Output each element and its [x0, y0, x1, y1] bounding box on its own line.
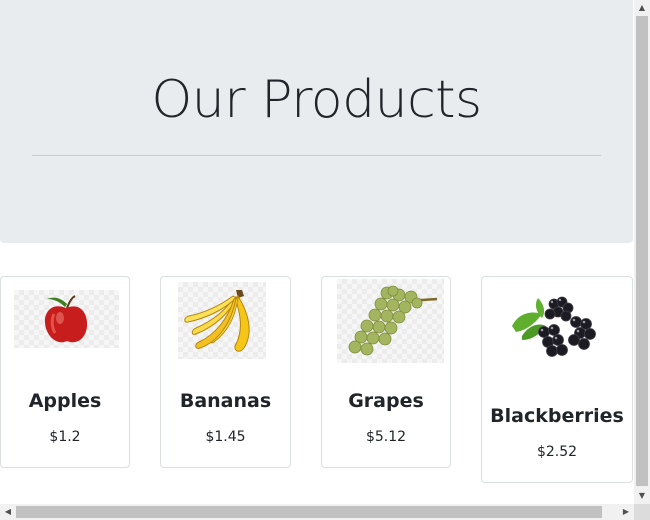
grapes-image [337, 279, 444, 363]
product-price: $1.2 [49, 429, 81, 445]
horizontal-scroll-thumb[interactable] [16, 506, 602, 518]
scroll-down-arrow-icon[interactable]: ▼ [634, 488, 650, 504]
product-name: Apples [28, 390, 102, 412]
page-viewport: Our Products Apples $1.2 Bananas $1.45 G… [0, 0, 634, 504]
bananas-image [178, 282, 266, 359]
product-name: Bananas [179, 390, 272, 412]
hero-banner: Our Products [0, 0, 633, 243]
page-title: Our Products [151, 70, 482, 130]
product-card-apples[interactable]: Apples $1.2 [0, 276, 130, 468]
hero-divider [32, 155, 601, 156]
product-price: $2.52 [536, 444, 578, 460]
product-name: Grapes [348, 390, 424, 412]
product-price: $1.45 [205, 429, 246, 445]
horizontal-scrollbar[interactable]: ◀ ▶ [0, 504, 634, 520]
vertical-scrollbar[interactable]: ▲ ▼ [634, 0, 650, 504]
product-card-blackberries[interactable]: Blackberries $2.52 [481, 276, 633, 483]
blackberries-image [508, 288, 606, 370]
product-name: Blackberries [490, 405, 624, 427]
scroll-left-arrow-icon[interactable]: ◀ [0, 504, 16, 520]
product-price: $5.12 [365, 429, 407, 445]
scroll-right-arrow-icon[interactable]: ▶ [618, 504, 634, 520]
product-card-grapes[interactable]: Grapes $5.12 [321, 276, 451, 468]
vertical-scroll-thumb[interactable] [636, 16, 648, 486]
apple-image [14, 290, 119, 348]
scroll-up-arrow-icon[interactable]: ▲ [634, 0, 650, 16]
scrollbar-corner [634, 504, 650, 520]
product-card-bananas[interactable]: Bananas $1.45 [160, 276, 291, 468]
